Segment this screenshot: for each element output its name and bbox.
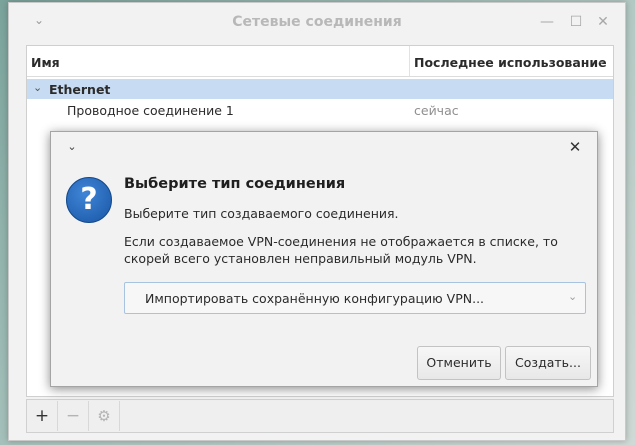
expander-icon[interactable]: ⌄ xyxy=(33,81,42,94)
connection-last-used: сейчас xyxy=(414,103,459,118)
connection-name: Проводное соединение 1 xyxy=(67,103,234,118)
chevron-down-icon: ⌄ xyxy=(568,290,578,303)
list-toolbar: + − ⚙ xyxy=(26,399,614,433)
settings-gear-icon[interactable]: ⚙ xyxy=(89,401,120,431)
sort-chevron-icon: ⌄ xyxy=(597,54,607,67)
list-header: Имя Последнее использование ⌄ xyxy=(27,46,613,77)
add-connection-button[interactable]: + xyxy=(27,401,58,431)
dialog-close-icon[interactable]: ✕ xyxy=(567,139,583,155)
group-row-ethernet[interactable]: ⌄ Ethernet xyxy=(27,79,613,99)
dialog-menu-icon[interactable]: ⌄ xyxy=(65,140,79,154)
window-title: Сетевые соединения xyxy=(232,14,402,30)
column-header-last-used-label: Последнее использование xyxy=(414,55,607,70)
create-button[interactable]: Создать... xyxy=(505,346,591,380)
column-header-name[interactable]: Имя xyxy=(31,55,60,70)
question-icon: ? xyxy=(66,177,112,223)
cancel-button[interactable]: Отменить xyxy=(417,346,501,380)
remove-connection-button[interactable]: − xyxy=(58,401,89,431)
close-icon[interactable]: ✕ xyxy=(595,14,611,30)
dialog-title: Выберите тип соединения xyxy=(124,176,346,192)
maximize-icon[interactable]: ☐ xyxy=(568,14,584,30)
dialog-description: Если создаваемое VPN-соединения не отобр… xyxy=(124,234,558,266)
group-label: Ethernet xyxy=(49,82,111,97)
column-header-last-used[interactable]: Последнее использование ⌄ xyxy=(409,46,614,76)
minimize-icon[interactable]: — xyxy=(539,14,555,30)
connection-row[interactable]: Проводное соединение 1 сейчас xyxy=(27,99,613,121)
connection-type-value: Импортировать сохранённую конфигурацию V… xyxy=(145,291,485,306)
window-titlebar: ⌄ Сетевые соединения — ☐ ✕ xyxy=(9,3,625,41)
connection-type-dropdown[interactable]: Импортировать сохранённую конфигурацию V… xyxy=(124,282,586,314)
choose-connection-type-dialog: ⌄ ✕ ? Выберите тип соединения Выберите т… xyxy=(50,131,598,387)
dialog-subtitle: Выберите тип создаваемого соединения. xyxy=(124,206,399,221)
